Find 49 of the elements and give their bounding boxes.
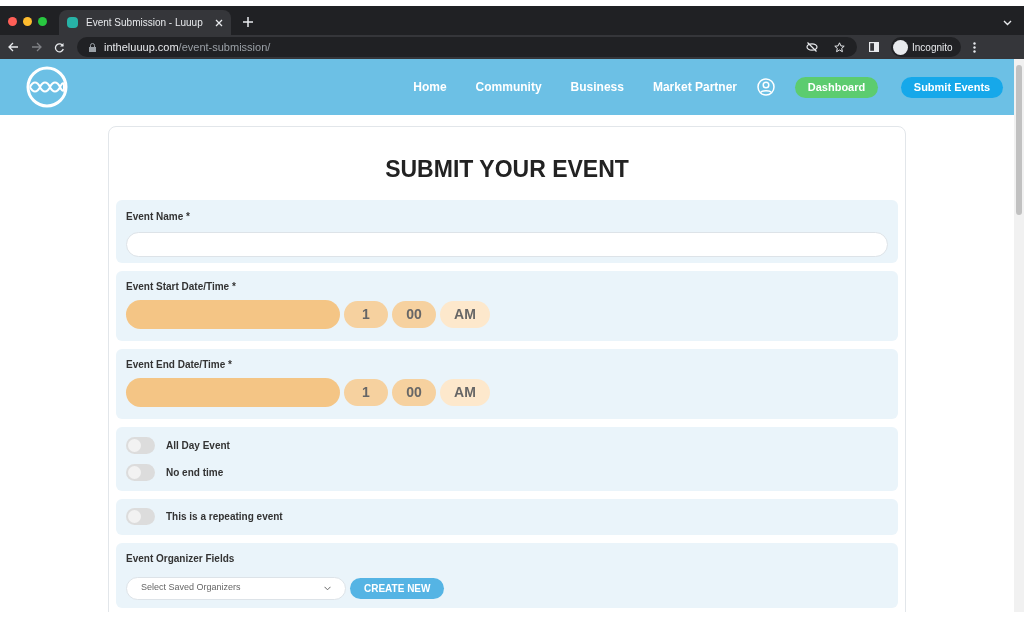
organizer-select[interactable]: Select Saved Organizers xyxy=(126,576,346,600)
star-icon[interactable] xyxy=(834,41,845,53)
toggle-label: This is a repeating event xyxy=(166,510,283,524)
nav-link[interactable]: Home xyxy=(413,78,447,96)
create-new-button[interactable]: CREATE NEW xyxy=(350,577,445,599)
toggle-label: All Day Event xyxy=(166,438,230,453)
am-pm-select[interactable]: AM xyxy=(440,300,490,328)
submit-events-button[interactable]: Submit Events xyxy=(901,76,1003,98)
profile-chip[interactable]: Incognito xyxy=(891,37,961,57)
field-label: Event Name * xyxy=(126,209,191,224)
nav-link[interactable]: Market Partner xyxy=(652,78,737,96)
field-label: Event End Date/Time * xyxy=(126,357,233,372)
address-bar[interactable]: intheluuup.com/event-submission/ xyxy=(77,37,857,57)
tab-title: Event Submission - Luuup xyxy=(86,16,204,30)
eye-slash-icon[interactable] xyxy=(806,42,818,52)
new-tab-icon[interactable] xyxy=(243,17,253,27)
toggle-label: No end time xyxy=(166,465,224,480)
browser-tab[interactable]: Event Submission - Luuup xyxy=(59,10,231,35)
date-input[interactable] xyxy=(126,299,340,329)
close-icon[interactable] xyxy=(215,18,223,27)
hour-select[interactable]: 1 xyxy=(344,300,388,328)
event-name-input[interactable] xyxy=(126,231,888,257)
chevron-down-icon[interactable] xyxy=(1003,20,1012,26)
site-favicon-icon xyxy=(67,17,78,28)
toggle-switch[interactable] xyxy=(126,436,155,454)
hour-select[interactable]: 1 xyxy=(344,378,388,406)
more-options-icon[interactable] xyxy=(972,41,976,53)
nav-link[interactable]: Community xyxy=(475,78,542,96)
form-title: SUBMIT YOUR EVENT xyxy=(384,155,630,184)
url-text: intheluuup.com/event-submission/ xyxy=(104,39,272,55)
field-label: Event Start Date/Time * xyxy=(126,279,237,294)
lock-icon xyxy=(89,42,96,52)
toggle-switch[interactable] xyxy=(126,463,155,481)
scrollbar[interactable] xyxy=(1014,59,1024,612)
am-pm-select[interactable]: AM xyxy=(440,378,490,406)
minute-select[interactable]: 00 xyxy=(392,378,436,406)
reload-icon[interactable] xyxy=(54,41,65,53)
scrollbar-thumb[interactable] xyxy=(1016,65,1022,215)
nav-link[interactable]: Business xyxy=(570,78,624,96)
date-input[interactable] xyxy=(126,377,340,407)
chevron-down-icon xyxy=(324,585,331,591)
toggle-switch[interactable] xyxy=(126,508,155,525)
forward-arrow-icon[interactable] xyxy=(31,42,42,52)
side-panel-icon[interactable] xyxy=(869,42,879,52)
dashboard-button[interactable]: Dashboard xyxy=(795,76,878,98)
back-arrow-icon[interactable] xyxy=(8,42,19,52)
minute-select[interactable]: 00 xyxy=(392,300,436,328)
select-placeholder: Select Saved Organizers xyxy=(141,581,241,595)
field-label: Event Organizer Fields xyxy=(126,551,236,566)
